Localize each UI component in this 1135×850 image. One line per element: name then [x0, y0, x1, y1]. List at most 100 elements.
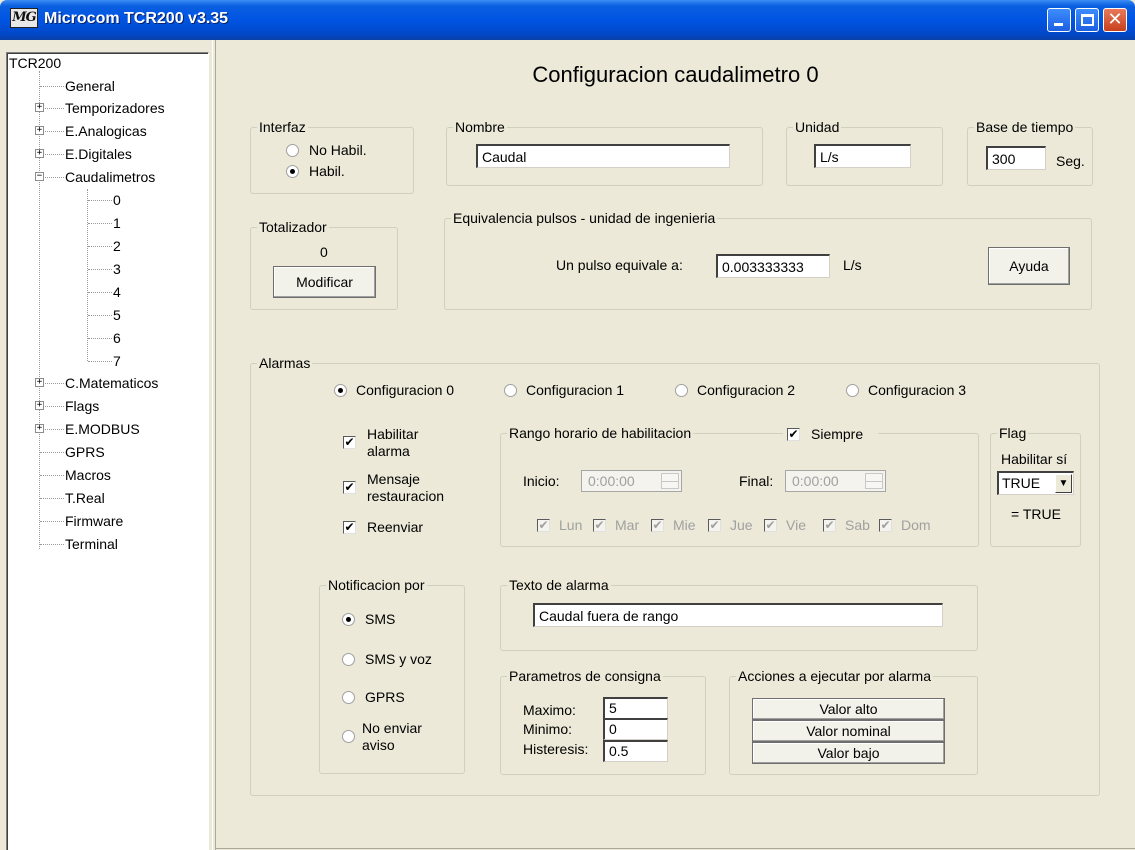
- tree-connector: [88, 361, 112, 362]
- expand-icon[interactable]: +: [35, 424, 44, 433]
- flag-habilitar-label: Habilitar sí: [1001, 451, 1068, 467]
- final-label: Final:: [739, 473, 774, 489]
- configuracion-2-radio[interactable]: [675, 384, 688, 397]
- tree-connector: [45, 108, 64, 109]
- day-mar-checkbox[interactable]: ✔: [593, 519, 606, 532]
- tree-connector: [88, 200, 112, 201]
- configuracion-3-radio[interactable]: [846, 384, 859, 397]
- day-jue-label: Jue: [730, 517, 753, 533]
- ayuda-button[interactable]: Ayuda: [988, 247, 1070, 285]
- mensaje-restauracion-checkbox[interactable]: ✔: [343, 481, 356, 494]
- close-button[interactable]: ✕: [1103, 8, 1127, 32]
- equivalencia-input[interactable]: 0.003333333: [716, 254, 830, 278]
- page-title: Configuracion caudalimetro 0: [532, 62, 819, 87]
- interfaz-no-habil-label: No Habil.: [309, 142, 367, 158]
- configuracion-3-label: Configuracion 3: [868, 382, 967, 398]
- flag-select[interactable]: TRUE ▼: [997, 471, 1074, 495]
- tree-connector: [40, 86, 64, 87]
- valor-nominal-button[interactable]: Valor nominal: [752, 720, 945, 742]
- tree-connector: [88, 246, 112, 247]
- expand-icon[interactable]: +: [35, 378, 44, 387]
- minimo-input[interactable]: 0: [603, 718, 668, 740]
- day-vie-label: Vie: [786, 517, 806, 533]
- unidad-input[interactable]: L/s: [814, 144, 911, 168]
- expand-icon[interactable]: +: [35, 126, 44, 135]
- tree-connector: [45, 429, 64, 430]
- navigation-tree[interactable]: TCR200 General + Temporizadores + E.Anal…: [6, 52, 209, 850]
- consigna-legend: Parametros de consigna: [507, 667, 663, 685]
- notificacion-sms-radio[interactable]: [342, 613, 355, 626]
- siempre-checkbox[interactable]: ✔: [787, 428, 800, 441]
- tree-connector: [40, 521, 64, 522]
- maximize-icon: [1081, 14, 1094, 26]
- day-dom-checkbox[interactable]: ✔: [879, 519, 892, 532]
- maximize-button[interactable]: [1075, 8, 1099, 32]
- day-sab-checkbox[interactable]: ✔: [823, 519, 836, 532]
- reenviar-checkbox[interactable]: ✔: [343, 521, 356, 534]
- day-vie-checkbox[interactable]: ✔: [764, 519, 777, 532]
- texto-alarma-input[interactable]: Caudal fuera de rango: [533, 603, 943, 627]
- notificacion-sms-label: SMS: [365, 611, 396, 627]
- notificacion-legend: Notificacion por: [326, 576, 427, 594]
- tree-guide-line: [87, 189, 88, 361]
- panel-splitter[interactable]: [212, 40, 216, 850]
- unidad-legend: Unidad: [793, 118, 842, 136]
- interfaz-group: Interfaz: [250, 118, 414, 194]
- day-mar-label: Mar: [615, 517, 640, 533]
- window-title: Microcom TCR200 v3.35: [44, 10, 229, 27]
- configuracion-1-label: Configuracion 1: [526, 382, 625, 398]
- interfaz-legend: Interfaz: [257, 118, 308, 136]
- day-mie-checkbox[interactable]: ✔: [651, 519, 664, 532]
- configuracion-0-radio[interactable]: [334, 384, 347, 397]
- flag-result: = TRUE: [1011, 506, 1061, 522]
- interfaz-habil-radio[interactable]: [286, 165, 299, 178]
- valor-alto-button[interactable]: Valor alto: [752, 698, 945, 720]
- alarmas-legend: Alarmas: [257, 354, 313, 372]
- notificacion-gprs-radio[interactable]: [342, 691, 355, 704]
- maximo-label: Maximo:: [523, 702, 576, 718]
- expand-icon[interactable]: +: [35, 103, 44, 112]
- texto-alarma-legend: Texto de alarma: [507, 576, 611, 594]
- histeresis-input[interactable]: 0.5: [603, 740, 668, 762]
- tree-connector: [40, 544, 64, 545]
- tree-connector: [88, 338, 112, 339]
- app-logo-icon: MG: [10, 8, 38, 28]
- configuracion-2-label: Configuracion 2: [697, 382, 796, 398]
- tree-guide-line: [39, 71, 40, 549]
- base-tiempo-unit: Seg.: [1056, 153, 1085, 169]
- base-tiempo-legend: Base de tiempo: [974, 118, 1076, 136]
- expand-icon[interactable]: +: [35, 149, 44, 158]
- nombre-input[interactable]: Caudal: [476, 144, 730, 168]
- tree-connector: [88, 315, 112, 316]
- valor-bajo-button[interactable]: Valor bajo: [752, 742, 945, 764]
- equivalencia-legend: Equivalencia pulsos - unidad de ingenier…: [451, 209, 718, 227]
- collapse-icon[interactable]: −: [35, 172, 44, 181]
- day-jue-checkbox[interactable]: ✔: [708, 519, 721, 532]
- tree-connector: [45, 383, 64, 384]
- inicio-time-picker[interactable]: 0:00:00: [581, 470, 682, 492]
- tree-connector: [88, 269, 112, 270]
- notificacion-no-enviar-radio[interactable]: [342, 730, 355, 743]
- tree-connector: [45, 131, 64, 132]
- configuracion-1-radio[interactable]: [504, 384, 517, 397]
- minimize-button[interactable]: [1047, 8, 1071, 32]
- expand-icon[interactable]: +: [35, 401, 44, 410]
- notificacion-sms-voz-radio[interactable]: [342, 653, 355, 666]
- modificar-button[interactable]: Modificar: [273, 266, 376, 298]
- tree-connector: [40, 452, 64, 453]
- day-lun-label: Lun: [559, 517, 583, 533]
- habilitar-alarma-label-2: alarma: [367, 443, 410, 459]
- close-icon: ✕: [1107, 9, 1123, 30]
- status-divider: [216, 848, 1135, 849]
- notificacion-gprs-label: GPRS: [365, 689, 405, 705]
- habilitar-alarma-checkbox[interactable]: ✔: [343, 436, 356, 449]
- base-tiempo-input[interactable]: 300: [986, 146, 1046, 170]
- day-lun-checkbox[interactable]: ✔: [537, 519, 550, 532]
- final-time-picker[interactable]: 0:00:00: [785, 470, 886, 492]
- maximo-input[interactable]: 5: [603, 697, 668, 719]
- tree-connector: [88, 223, 112, 224]
- notificacion-sms-voz-label: SMS y voz: [365, 651, 432, 667]
- tree-connector: [45, 154, 64, 155]
- interfaz-no-habil-radio[interactable]: [286, 144, 299, 157]
- dropdown-arrow-icon: ▼: [1055, 474, 1072, 493]
